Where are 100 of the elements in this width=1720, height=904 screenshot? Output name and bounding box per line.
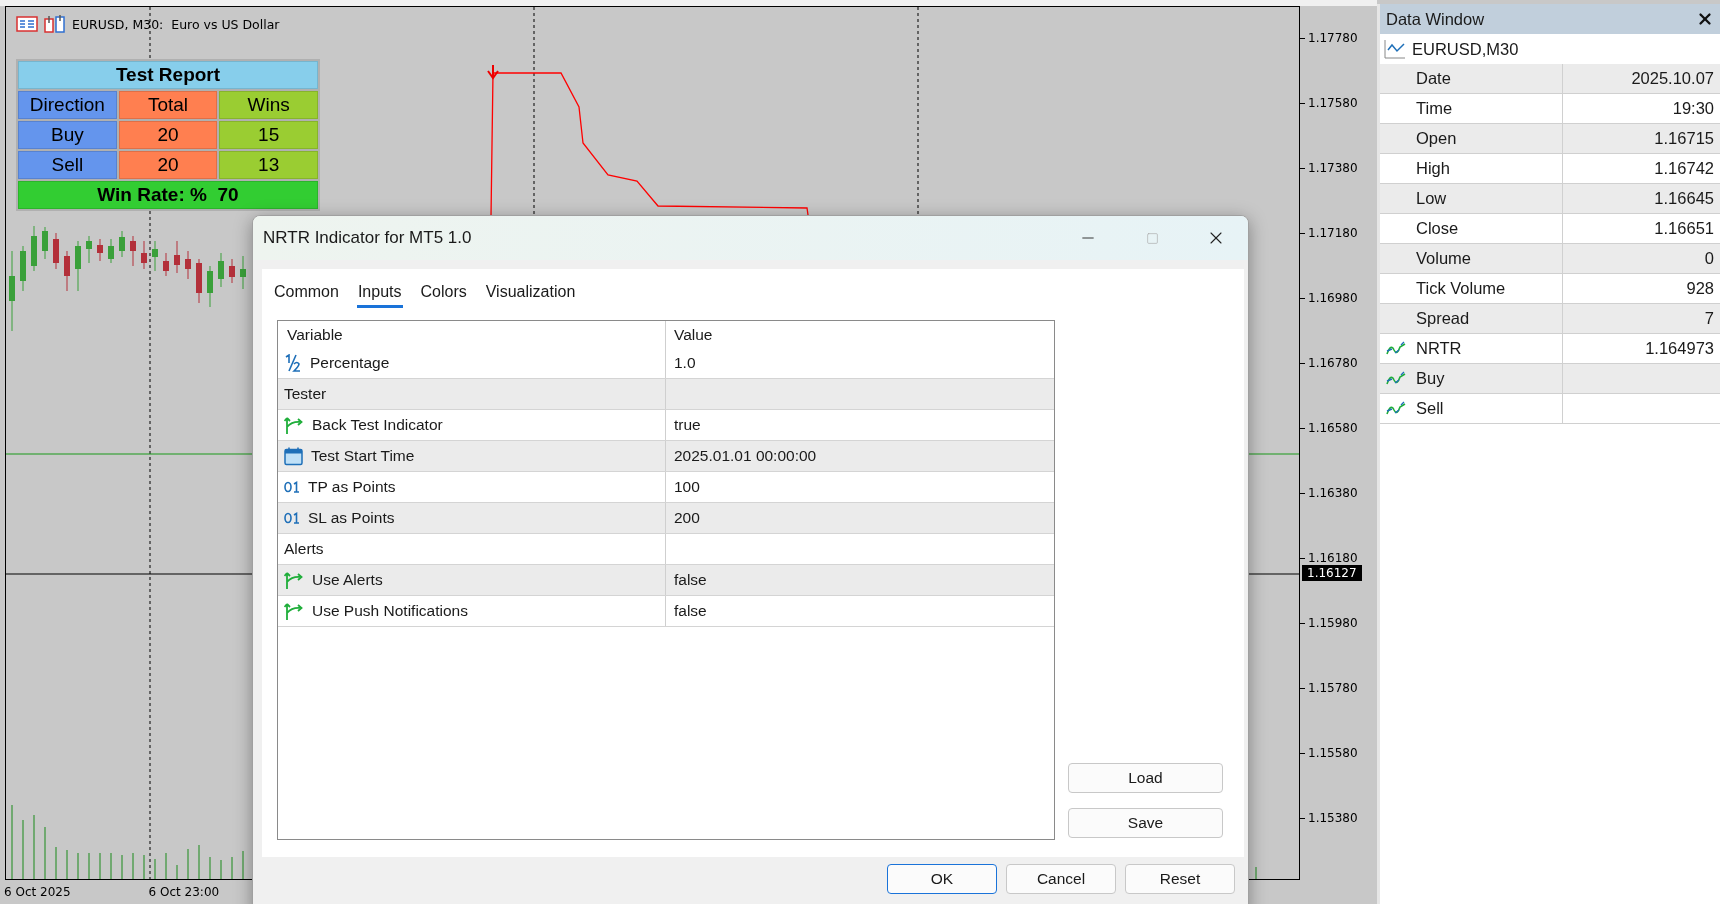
data-value: 1.164973 xyxy=(1645,339,1714,358)
branch-arrow-icon xyxy=(284,570,304,590)
data-value: 1.16742 xyxy=(1654,159,1714,178)
variable-value[interactable]: false xyxy=(674,602,707,620)
integer-icon xyxy=(284,481,300,493)
win-rate: Win Rate: % 70 xyxy=(18,181,318,209)
candle xyxy=(141,240,147,270)
line-chart-icon xyxy=(1384,39,1406,59)
data-label: Close xyxy=(1416,219,1459,238)
data-label: High xyxy=(1416,159,1450,178)
variable-name: Back Test Indicator xyxy=(312,416,443,434)
data-label: Date xyxy=(1416,69,1451,88)
price-label: 1.16180 xyxy=(1308,551,1358,565)
integer-icon xyxy=(284,512,300,524)
tab[interactable]: Common xyxy=(273,275,340,308)
price-label: 1.15580 xyxy=(1308,746,1358,760)
report-cell: Sell xyxy=(18,151,117,179)
report-cell: 20 xyxy=(118,151,218,179)
candle xyxy=(97,238,103,262)
price-label: 1.15980 xyxy=(1308,616,1358,630)
side-button[interactable]: Load xyxy=(1068,763,1223,793)
fraction-icon xyxy=(284,354,302,372)
indicator-icon xyxy=(1386,400,1406,417)
indicator-icon xyxy=(1386,370,1406,387)
variable-name: Use Alerts xyxy=(312,571,383,589)
sell-arrow-icon xyxy=(487,64,499,80)
candle xyxy=(86,235,92,264)
dialog-button[interactable]: Cancel xyxy=(1006,864,1116,894)
report-header: Direction xyxy=(18,91,117,119)
price-label: 1.16980 xyxy=(1308,291,1358,305)
variable-name: SL as Points xyxy=(308,509,395,527)
candle xyxy=(31,225,37,272)
report-title: Test Report xyxy=(18,61,318,89)
variable-value[interactable]: 100 xyxy=(674,478,700,496)
price-label: 1.16780 xyxy=(1308,356,1358,370)
candle xyxy=(218,252,224,288)
data-value: 1.16651 xyxy=(1654,219,1714,238)
candle xyxy=(240,255,246,290)
time-label: 6 Oct 23:00 xyxy=(148,885,220,899)
data-value: 1.16645 xyxy=(1654,189,1714,208)
branch-arrow-icon xyxy=(284,415,304,435)
data-label: Spread xyxy=(1416,309,1470,328)
tab[interactable]: Colors xyxy=(419,275,468,308)
variable-value[interactable]: 200 xyxy=(674,509,700,527)
candle xyxy=(42,226,48,260)
report-header: Total xyxy=(118,91,218,119)
candle xyxy=(185,250,191,280)
close-icon[interactable] xyxy=(1696,10,1714,28)
report-header: Wins xyxy=(219,91,318,119)
chart-icon xyxy=(44,15,66,33)
list-icon xyxy=(16,16,38,32)
dialog-button[interactable]: OK xyxy=(887,864,997,894)
branch-arrow-icon xyxy=(284,601,304,621)
candle xyxy=(64,250,70,292)
report-cell: 20 xyxy=(118,121,218,149)
price-label: 1.17780 xyxy=(1308,31,1358,45)
price-label: 1.17180 xyxy=(1308,226,1358,240)
candle xyxy=(163,252,169,277)
group-label: Tester xyxy=(284,385,327,403)
variable-value[interactable]: 2025.01.01 00:00:00 xyxy=(674,447,817,465)
data-value: 0 xyxy=(1704,249,1714,268)
current-price-label: 1.16127 xyxy=(1302,565,1362,581)
price-label: 1.17380 xyxy=(1308,161,1358,175)
candle xyxy=(53,232,59,270)
dialog-button[interactable]: Reset xyxy=(1125,864,1235,894)
column-header: Value xyxy=(674,325,713,344)
report-cell: 13 xyxy=(219,151,318,179)
variable-value[interactable]: false xyxy=(674,571,707,589)
calendar-icon xyxy=(284,446,303,466)
data-label: Tick Volume xyxy=(1416,279,1506,298)
candle xyxy=(75,240,81,292)
chart-title: EURUSD, M30: Euro vs US Dollar xyxy=(72,16,280,32)
dialog-title: NRTR Indicator for MT5 1.0 xyxy=(263,228,473,248)
data-value: 1.16715 xyxy=(1654,129,1714,148)
variable-value[interactable]: true xyxy=(674,416,701,434)
variable-name: Percentage xyxy=(310,354,390,372)
candle xyxy=(152,240,158,272)
candle xyxy=(108,238,114,264)
tab[interactable]: Visualization xyxy=(484,275,577,308)
variable-name: TP as Points xyxy=(308,478,396,496)
data-value: 19:30 xyxy=(1672,99,1714,118)
variable-name: Test Start Time xyxy=(311,447,415,465)
tab[interactable]: Inputs xyxy=(356,275,403,308)
candle xyxy=(130,235,136,267)
data-label: Buy xyxy=(1416,369,1445,388)
candle xyxy=(229,258,235,284)
symbol-label: EURUSD,M30 xyxy=(1412,39,1519,59)
data-label: Low xyxy=(1416,189,1447,208)
side-button[interactable]: Save xyxy=(1068,808,1223,838)
candle xyxy=(174,240,180,274)
data-label: Open xyxy=(1416,129,1457,148)
data-label: Sell xyxy=(1416,399,1444,418)
data-value: 928 xyxy=(1686,279,1714,298)
data-value: 2025.10.07 xyxy=(1631,69,1714,88)
candle xyxy=(196,258,202,304)
candle xyxy=(119,230,125,258)
price-label: 1.17580 xyxy=(1308,96,1358,110)
variable-value[interactable]: 1.0 xyxy=(674,354,696,372)
data-label: Time xyxy=(1416,99,1453,118)
time-label: 6 Oct 2025 xyxy=(4,885,71,899)
